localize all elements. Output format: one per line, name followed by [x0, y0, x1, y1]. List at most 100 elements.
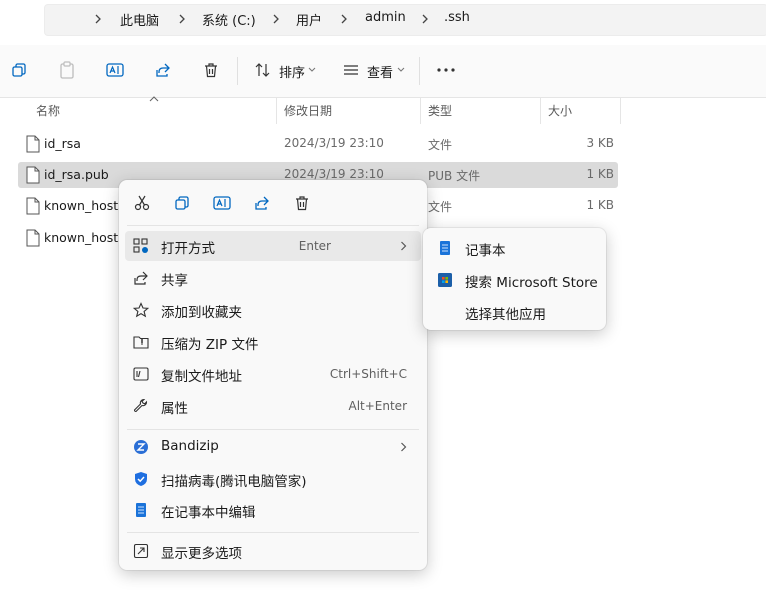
file-modified: 2024/3/19 23:10: [284, 136, 384, 150]
file-name: id_rsa.pub: [44, 167, 109, 182]
zip-folder-icon: [133, 334, 149, 350]
submenu-label: 搜索 Microsoft Store: [465, 275, 598, 291]
file-name: id_rsa: [44, 136, 81, 151]
menu-item-add-favorite[interactable]: 添加到收藏夹: [125, 295, 421, 325]
shortcut-hint: Enter: [298, 239, 331, 253]
column-header-size[interactable]: 大小: [548, 98, 572, 124]
submenu-label: 记事本: [465, 243, 506, 259]
chevron-down-icon: [397, 67, 405, 73]
cut-icon: [134, 195, 150, 211]
file-icon: [26, 229, 40, 247]
menu-item-label: 压缩为 ZIP 文件: [161, 337, 259, 353]
sort-button[interactable]: 排序: [279, 62, 305, 81]
breadcrumb-this-pc[interactable]: 此电脑: [120, 10, 159, 29]
copy-path-icon: [133, 366, 149, 382]
menu-item-properties[interactable]: 属性 Alt+Enter: [125, 391, 421, 421]
file-size: 3 KB: [586, 136, 614, 150]
paste-icon: [60, 61, 74, 79]
rename-icon: [106, 63, 124, 77]
menu-item-compress-zip[interactable]: 压缩为 ZIP 文件: [125, 327, 421, 357]
share-icon: [133, 270, 149, 286]
shortcut-hint: Ctrl+Shift+C: [329, 367, 407, 381]
file-type: 文件: [428, 200, 453, 214]
rename-button[interactable]: [104, 59, 126, 81]
open-with-submenu: 记事本 搜索 Microsoft Store 选择其他应用: [423, 228, 606, 330]
wrench-icon: [133, 398, 149, 414]
rename-button[interactable]: [211, 192, 233, 214]
menu-item-virus-scan[interactable]: 扫描病毒(腾讯电脑管家): [125, 464, 421, 494]
chevron-right-icon: [421, 14, 429, 24]
breadcrumb-admin[interactable]: admin: [365, 10, 406, 25]
copy-button[interactable]: [171, 192, 193, 214]
breadcrumb-ssh[interactable]: .ssh: [444, 10, 470, 25]
open-with-icon: [133, 238, 149, 254]
more-options-button[interactable]: [435, 59, 457, 81]
submenu-label: 选择其他应用: [465, 307, 546, 323]
menu-item-label: 在记事本中编辑: [161, 505, 256, 521]
delete-icon: [296, 196, 308, 211]
file-type: PUB 文件: [428, 169, 481, 183]
menu-item-show-more-options[interactable]: 显示更多选项: [125, 536, 421, 566]
chevron-right-icon: [400, 241, 407, 251]
copy-button[interactable]: [8, 59, 30, 81]
expand-icon: [133, 543, 149, 559]
share-icon: [156, 63, 170, 77]
chevron-down-icon: [308, 67, 316, 73]
menu-item-bandizip[interactable]: Bandizip: [125, 432, 421, 462]
chevron-right-icon: [178, 14, 186, 24]
chevron-right-icon: [340, 14, 348, 24]
share-button[interactable]: [251, 192, 273, 214]
menu-item-label: 属性: [161, 401, 188, 417]
sort-indicator-icon: [149, 96, 159, 102]
chevron-right-icon: [400, 442, 407, 452]
menu-item-share[interactable]: 共享: [125, 263, 421, 293]
sort-icon[interactable]: [252, 59, 274, 81]
command-bar: 排序 查看: [0, 45, 766, 98]
shortcut-hint: Alt+Enter: [348, 399, 407, 413]
store-icon: [437, 272, 453, 288]
context-menu: 打开方式 Enter 共享 添加到收藏夹 压缩为 ZIP 文件 复制文件地址 C…: [119, 180, 427, 570]
file-name: known_hosts: [44, 230, 125, 245]
breadcrumb-users[interactable]: 用户: [296, 10, 322, 29]
column-header-type[interactable]: 类型: [428, 98, 452, 124]
menu-item-label: 复制文件地址: [161, 369, 242, 385]
notepad-icon: [437, 240, 453, 256]
file-row[interactable]: id_rsa 2024/3/19 23:10 文件 3 KB: [18, 131, 618, 157]
share-icon: [255, 196, 269, 210]
file-size: 1 KB: [586, 167, 614, 181]
share-button[interactable]: [152, 59, 174, 81]
submenu-item-choose-other[interactable]: 选择其他应用: [429, 297, 600, 327]
delete-button[interactable]: [291, 192, 313, 214]
file-name: known_hosts: [44, 198, 125, 213]
submenu-item-notepad[interactable]: 记事本: [429, 233, 600, 263]
menu-item-edit-notepad[interactable]: 在记事本中编辑: [125, 495, 421, 525]
copy-icon: [175, 196, 189, 210]
menu-item-label: 共享: [161, 273, 188, 289]
view-icon[interactable]: [340, 59, 362, 81]
bandizip-icon: [133, 439, 149, 455]
submenu-item-store[interactable]: 搜索 Microsoft Store: [429, 265, 600, 295]
menu-item-label: Bandizip: [161, 438, 219, 454]
column-header-modified[interactable]: 修改日期: [284, 98, 332, 124]
delete-icon: [205, 63, 217, 78]
menu-item-copy-path[interactable]: 复制文件地址 Ctrl+Shift+C: [125, 359, 421, 389]
chevron-right-icon: [94, 14, 102, 24]
file-icon: [26, 166, 40, 184]
column-header-name[interactable]: 名称: [36, 98, 60, 124]
cut-button[interactable]: [131, 192, 153, 214]
file-type: 文件: [428, 138, 453, 152]
delete-button[interactable]: [200, 59, 222, 81]
menu-item-label: 显示更多选项: [161, 546, 242, 562]
file-size: 1 KB: [586, 198, 614, 212]
more-icon: [437, 68, 455, 72]
rename-icon: [213, 196, 231, 210]
menu-item-label: 打开方式: [161, 241, 215, 257]
file-icon: [26, 135, 40, 153]
file-modified: 2024/3/19 23:10: [284, 167, 384, 181]
paste-button[interactable]: [56, 59, 78, 81]
menu-item-open-with[interactable]: 打开方式 Enter: [125, 231, 421, 261]
view-button[interactable]: 查看: [367, 62, 393, 81]
breadcrumb-system-drive[interactable]: 系统 (C:): [202, 10, 256, 29]
shield-icon: [133, 471, 149, 487]
menu-item-label: 添加到收藏夹: [161, 305, 242, 321]
